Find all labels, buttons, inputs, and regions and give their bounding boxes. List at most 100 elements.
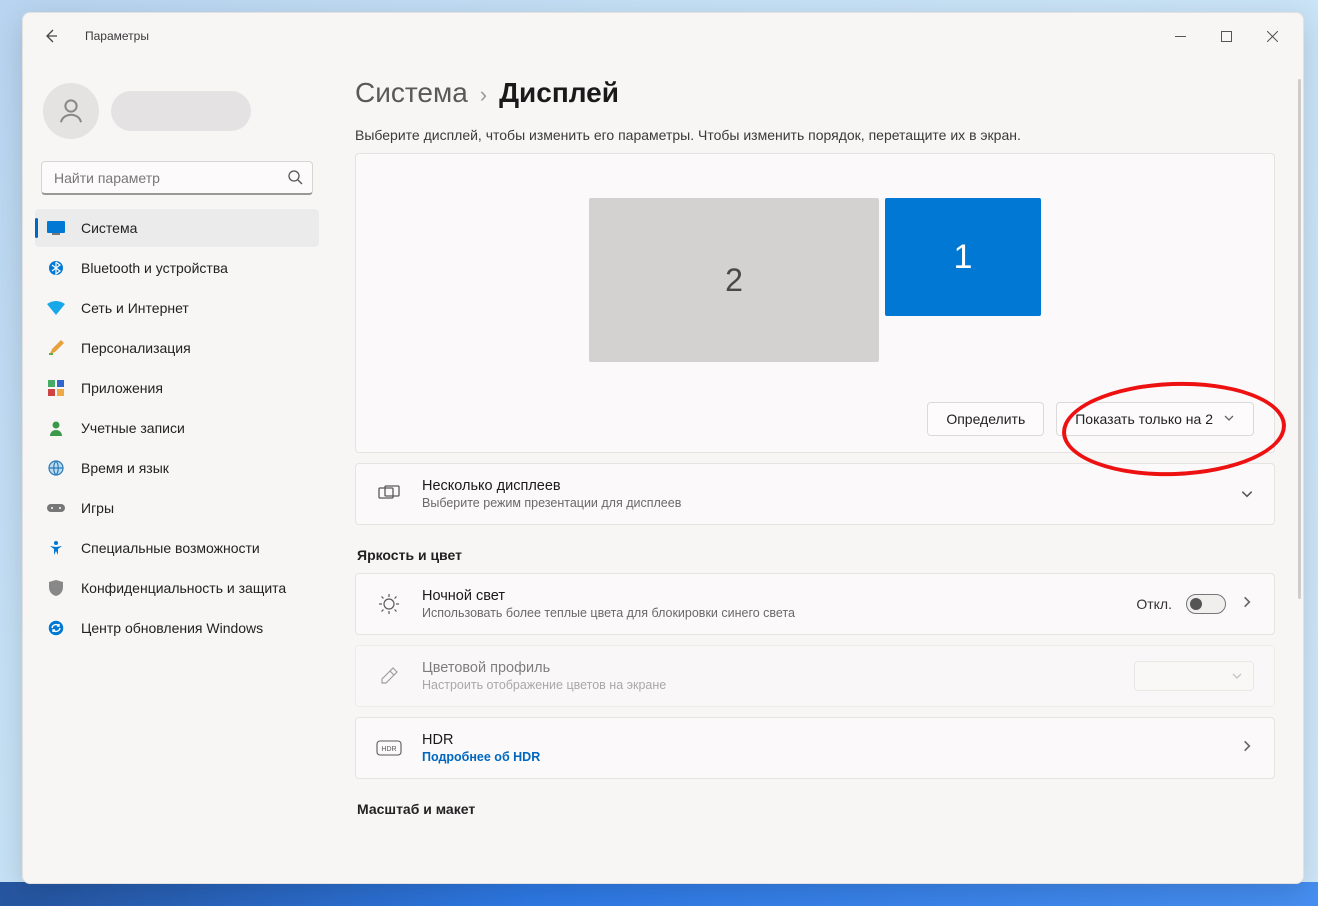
wifi-icon (47, 299, 65, 317)
nav-label: Bluetooth и устройства (81, 260, 228, 276)
scrollbar[interactable] (1298, 79, 1301, 599)
monitor-2[interactable]: 2 (589, 198, 879, 362)
color-profile-dropdown (1134, 661, 1254, 691)
card-body: HDR Подробнее об HDR (422, 732, 1220, 764)
sidebar-item-personalization[interactable]: Персонализация (35, 329, 319, 367)
monitor-1[interactable]: 1 (885, 198, 1041, 316)
nav-label: Сеть и Интернет (81, 300, 189, 316)
nav-label: Учетные записи (81, 420, 185, 436)
section-scale-layout: Масштаб и макет (357, 801, 1275, 817)
person-icon (56, 96, 86, 126)
card-subtitle: Выберите режим презентации для дисплеев (422, 496, 1220, 510)
sidebar: Система Bluetooth и устройства Сеть и Ин… (23, 59, 331, 883)
profile-block[interactable] (35, 69, 319, 161)
chevron-down-icon (1223, 411, 1235, 427)
sidebar-item-apps[interactable]: Приложения (35, 369, 319, 407)
window-body: Система Bluetooth и устройства Сеть и Ин… (23, 59, 1303, 883)
sidebar-item-system[interactable]: Система (35, 209, 319, 247)
card-color-profile: Цветовой профиль Настроить отображение ц… (355, 645, 1275, 707)
card-body: Ночной свет Использовать более теплые цв… (422, 588, 1116, 620)
titlebar: Параметры (23, 13, 1303, 59)
eyedropper-icon (376, 666, 402, 686)
apps-icon (47, 379, 65, 397)
sidebar-item-windows-update[interactable]: Центр обновления Windows (35, 609, 319, 647)
card-subtitle: Настроить отображение цветов на экране (422, 678, 1114, 692)
shield-icon (47, 579, 65, 597)
settings-window: Параметры Система (22, 12, 1304, 884)
accounts-icon (47, 419, 65, 437)
chevron-right-icon: › (480, 82, 487, 108)
card-hdr[interactable]: HDR HDR Подробнее об HDR (355, 717, 1275, 779)
night-light-toggle[interactable] (1186, 594, 1226, 614)
back-button[interactable] (35, 20, 67, 52)
card-tail (1240, 739, 1254, 758)
content-area: Система › Дисплей Выберите дисплей, чтоб… (331, 59, 1303, 883)
nav-label: Персонализация (81, 340, 191, 356)
displays-icon (376, 485, 402, 503)
page-title: Дисплей (499, 77, 619, 109)
nav-label: Специальные возможности (81, 540, 260, 556)
brush-icon (47, 339, 65, 357)
night-light-icon (376, 593, 402, 615)
sidebar-item-bluetooth[interactable]: Bluetooth и устройства (35, 249, 319, 287)
display-actions: Определить Показать только на 2 (376, 402, 1254, 436)
sidebar-item-accounts[interactable]: Учетные записи (35, 409, 319, 447)
sidebar-item-gaming[interactable]: Игры (35, 489, 319, 527)
card-title: Цветовой профиль (422, 660, 1114, 676)
breadcrumb: Система › Дисплей (355, 77, 1275, 109)
nav-label: Время и язык (81, 460, 169, 476)
chevron-down-icon (1240, 487, 1254, 501)
projection-mode-dropdown[interactable]: Показать только на 2 (1056, 402, 1254, 436)
nav-label: Центр обновления Windows (81, 620, 263, 636)
globe-icon (47, 459, 65, 477)
profile-name-redacted (111, 91, 251, 131)
identify-label: Определить (946, 411, 1025, 427)
sidebar-item-privacy[interactable]: Конфиденциальность и защита (35, 569, 319, 607)
card-body: Несколько дисплеев Выберите режим презен… (422, 478, 1220, 510)
projection-mode-label: Показать только на 2 (1075, 411, 1213, 427)
nav-label: Система (81, 220, 137, 236)
nav-label: Конфиденциальность и защита (81, 580, 286, 596)
chevron-down-icon (1231, 670, 1243, 682)
close-icon (1267, 31, 1278, 42)
avatar (43, 83, 99, 139)
card-tail: Откл. (1136, 594, 1254, 614)
search-icon (287, 169, 303, 190)
desktop-taskbar (0, 882, 1318, 906)
bluetooth-icon (47, 259, 65, 277)
card-title: Несколько дисплеев (422, 478, 1220, 494)
card-night-light[interactable]: Ночной свет Использовать более теплые цв… (355, 573, 1275, 635)
close-button[interactable] (1249, 20, 1295, 52)
hdr-icon: HDR (376, 740, 402, 756)
display-description: Выберите дисплей, чтобы изменить его пар… (355, 127, 1275, 143)
app-title: Параметры (85, 29, 149, 43)
monitor-canvas[interactable]: 2 1 (376, 198, 1254, 362)
search-box[interactable] (41, 161, 313, 195)
hdr-learn-more-link[interactable]: Подробнее об HDR (422, 750, 1220, 764)
minimize-button[interactable] (1157, 20, 1203, 52)
breadcrumb-parent[interactable]: Система (355, 77, 468, 109)
sidebar-item-accessibility[interactable]: Специальные возможности (35, 529, 319, 567)
chevron-right-icon[interactable] (1240, 595, 1254, 614)
update-icon (47, 619, 65, 637)
nav-label: Приложения (81, 380, 163, 396)
chevron-right-icon[interactable] (1240, 739, 1254, 758)
sidebar-item-network[interactable]: Сеть и Интернет (35, 289, 319, 327)
minimize-icon (1175, 31, 1186, 42)
section-brightness-color: Яркость и цвет (357, 547, 1275, 563)
card-title: Ночной свет (422, 588, 1116, 604)
toggle-state-label: Откл. (1136, 596, 1172, 612)
card-subtitle: Использовать более теплые цвета для блок… (422, 606, 1116, 620)
card-tail (1134, 661, 1254, 691)
toggle-knob (1190, 598, 1202, 610)
identify-button[interactable]: Определить (927, 402, 1044, 436)
nav: Система Bluetooth и устройства Сеть и Ин… (35, 209, 319, 647)
search-input[interactable] (41, 161, 313, 195)
card-expand[interactable] (1240, 487, 1254, 501)
card-multiple-displays[interactable]: Несколько дисплеев Выберите режим презен… (355, 463, 1275, 525)
window-controls (1157, 20, 1295, 52)
card-body: Цветовой профиль Настроить отображение ц… (422, 660, 1114, 692)
sidebar-item-time-language[interactable]: Время и язык (35, 449, 319, 487)
maximize-button[interactable] (1203, 20, 1249, 52)
gaming-icon (47, 499, 65, 517)
